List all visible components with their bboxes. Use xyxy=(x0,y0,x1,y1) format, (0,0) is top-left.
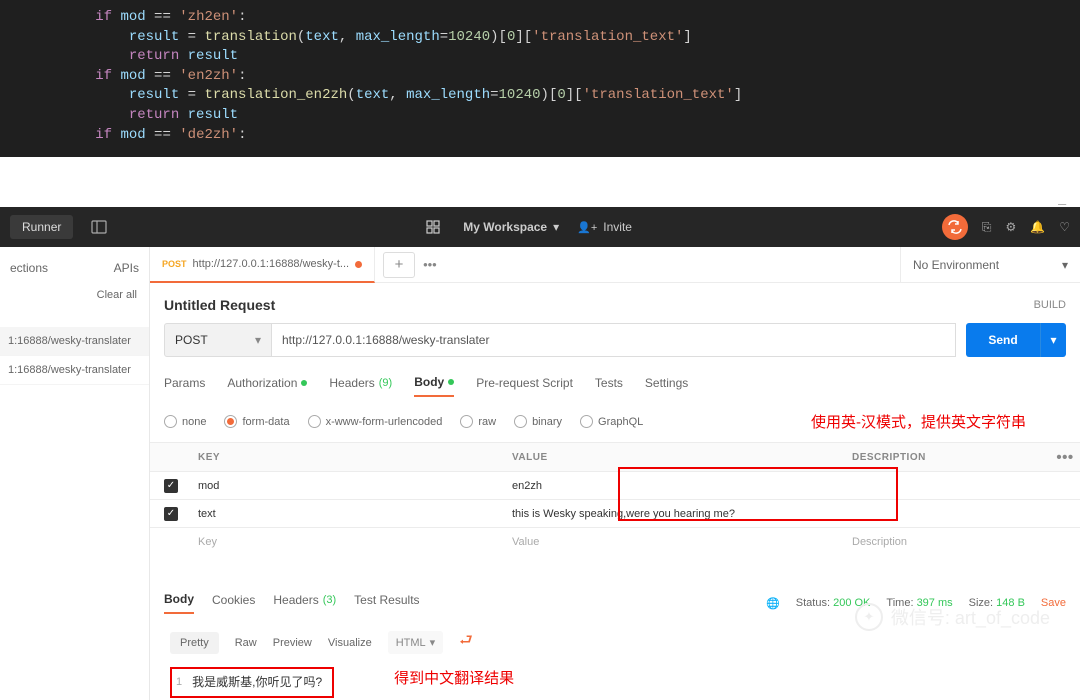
chevron-down-icon: ▾ xyxy=(255,333,261,347)
invite-button[interactable]: 👤+ Invite xyxy=(577,220,632,234)
sidebar-tab-collections[interactable]: ections xyxy=(10,261,48,275)
send-dropdown[interactable]: ▾ xyxy=(1040,323,1066,357)
add-tab-button[interactable]: + xyxy=(383,252,415,278)
chevron-down-icon: ▾ xyxy=(1062,258,1068,272)
resp-tab-cookies[interactable]: Cookies xyxy=(212,593,255,613)
fmt-type-selector[interactable]: HTML ▾ xyxy=(388,631,443,654)
header-key: KEY xyxy=(192,452,512,463)
body-type-raw[interactable]: raw xyxy=(460,415,496,428)
cell-value-placeholder[interactable]: Value xyxy=(512,536,852,548)
status-label: Status: 200 OK xyxy=(796,597,871,609)
body-type-xwww[interactable]: x-www-form-urlencoded xyxy=(308,415,443,428)
chevron-down-icon: ▾ xyxy=(430,636,436,649)
size-label: Size: 148 B xyxy=(969,597,1025,609)
layout-icon[interactable] xyxy=(87,215,111,239)
workspace-label: My Workspace xyxy=(463,220,547,234)
body-type-none[interactable]: none xyxy=(164,415,206,428)
method-tag: POST xyxy=(162,259,187,269)
table-row[interactable]: ✓ text this is Wesky speaking,were you h… xyxy=(150,499,1080,527)
header-desc: DESCRIPTION xyxy=(852,452,1050,463)
resp-tab-tests[interactable]: Test Results xyxy=(354,593,419,613)
fmt-visualize[interactable]: Visualize xyxy=(328,637,372,649)
indicator-dot-icon xyxy=(301,380,307,386)
wrap-icon[interactable]: ⮐ xyxy=(459,630,473,655)
tab-body[interactable]: Body xyxy=(414,375,454,397)
cell-value[interactable]: en2zh xyxy=(512,480,852,492)
invite-icon: 👤+ xyxy=(577,221,597,234)
cell-desc-placeholder[interactable]: Description xyxy=(852,536,1050,548)
url-input[interactable]: http://127.0.0.1:16888/wesky-translater xyxy=(272,323,956,357)
clear-all-link[interactable]: Clear all xyxy=(0,283,149,311)
tab-params[interactable]: Params xyxy=(164,376,205,396)
response-body-text[interactable]: 我是威斯基,你听见了吗? xyxy=(188,671,326,692)
body-type-graphql[interactable]: GraphQL xyxy=(580,415,643,428)
body-type-binary[interactable]: binary xyxy=(514,415,562,428)
chevron-down-icon: ▾ xyxy=(553,220,559,234)
settings-icon[interactable]: ⚙ xyxy=(1006,220,1017,234)
params-table: KEY VALUE DESCRIPTION ••• ✓ mod en2zh ✓ … xyxy=(150,442,1080,555)
environment-selector[interactable]: No Environment ▾ xyxy=(900,247,1080,283)
fmt-pretty[interactable]: Pretty xyxy=(170,632,219,654)
sync-icon[interactable] xyxy=(942,214,968,240)
tab-menu-icon[interactable]: ••• xyxy=(423,257,437,272)
cell-key-placeholder[interactable]: Key xyxy=(192,536,512,548)
unsaved-dot-icon xyxy=(355,261,362,268)
request-tab[interactable]: POST http://127.0.0.1:16888/wesky-t... xyxy=(150,247,375,283)
annotation-label: 得到中文翻译结果 xyxy=(394,667,514,688)
method-label: POST xyxy=(175,333,208,347)
fmt-raw[interactable]: Raw xyxy=(235,637,257,649)
bell-icon[interactable]: 🔔 xyxy=(1030,220,1045,234)
tab-settings[interactable]: Settings xyxy=(645,376,688,396)
table-menu-icon[interactable]: ••• xyxy=(1050,449,1080,466)
app-toolbar: Runner My Workspace ▾ 👤+ Invite ⎘ ⚙ 🔔 ♡ xyxy=(0,207,1080,247)
table-row-empty[interactable]: Key Value Description xyxy=(150,527,1080,555)
indicator-dot-icon xyxy=(448,379,454,385)
history-item[interactable]: 1:16888/wesky-translater xyxy=(0,356,149,385)
sidebar: ections APIs Clear all 1:16888/wesky-tra… xyxy=(0,247,150,700)
body-type-formdata[interactable]: form-data xyxy=(224,415,289,428)
capture-icon[interactable]: ⎘ xyxy=(982,220,992,235)
code-editor: if mod == 'zh2en': result = translation(… xyxy=(0,0,1080,157)
time-label: Time: 397 ms xyxy=(886,597,952,609)
build-link[interactable]: BUILD xyxy=(1034,299,1066,311)
table-row[interactable]: ✓ mod en2zh xyxy=(150,471,1080,499)
resp-tab-headers[interactable]: Headers (3) xyxy=(273,593,336,613)
cell-value[interactable]: this is Wesky speaking,were you hearing … xyxy=(512,508,852,520)
tab-prerequest[interactable]: Pre-request Script xyxy=(476,376,573,396)
runner-button[interactable]: Runner xyxy=(10,215,73,239)
fmt-preview[interactable]: Preview xyxy=(273,637,312,649)
grid-icon[interactable] xyxy=(421,215,445,239)
send-button[interactable]: Send xyxy=(966,323,1040,357)
tab-headers[interactable]: Headers (9) xyxy=(329,376,392,396)
annotation-label: 使用英-汉模式，提供英文字符串 xyxy=(811,411,1066,432)
heart-icon[interactable]: ♡ xyxy=(1059,220,1070,234)
env-label: No Environment xyxy=(913,258,999,272)
resp-tab-body[interactable]: Body xyxy=(164,592,194,614)
globe-icon[interactable]: 🌐 xyxy=(766,597,780,610)
checkbox[interactable]: ✓ xyxy=(164,479,178,493)
request-title[interactable]: Untitled Request xyxy=(164,297,275,313)
header-value: VALUE xyxy=(512,452,852,463)
history-item[interactable]: 1:16888/wesky-translater xyxy=(0,327,149,356)
request-panel: POST http://127.0.0.1:16888/wesky-t... +… xyxy=(150,247,1080,700)
sidebar-tab-apis[interactable]: APIs xyxy=(114,261,139,275)
tab-tests[interactable]: Tests xyxy=(595,376,623,396)
workspace-selector[interactable]: My Workspace ▾ xyxy=(463,220,559,234)
cell-key[interactable]: mod xyxy=(192,480,512,492)
save-response-link[interactable]: Save xyxy=(1041,597,1066,609)
line-number: 1 xyxy=(176,676,182,688)
tab-url: http://127.0.0.1:16888/wesky-t... xyxy=(193,258,350,270)
tab-authorization[interactable]: Authorization xyxy=(227,376,307,396)
checkbox[interactable]: ✓ xyxy=(164,507,178,521)
invite-label: Invite xyxy=(603,220,632,234)
method-selector[interactable]: POST ▾ xyxy=(164,323,272,357)
response-panel: Body Cookies Headers (3) Test Results 🌐 … xyxy=(150,578,1080,700)
cell-key[interactable]: text xyxy=(192,508,512,520)
